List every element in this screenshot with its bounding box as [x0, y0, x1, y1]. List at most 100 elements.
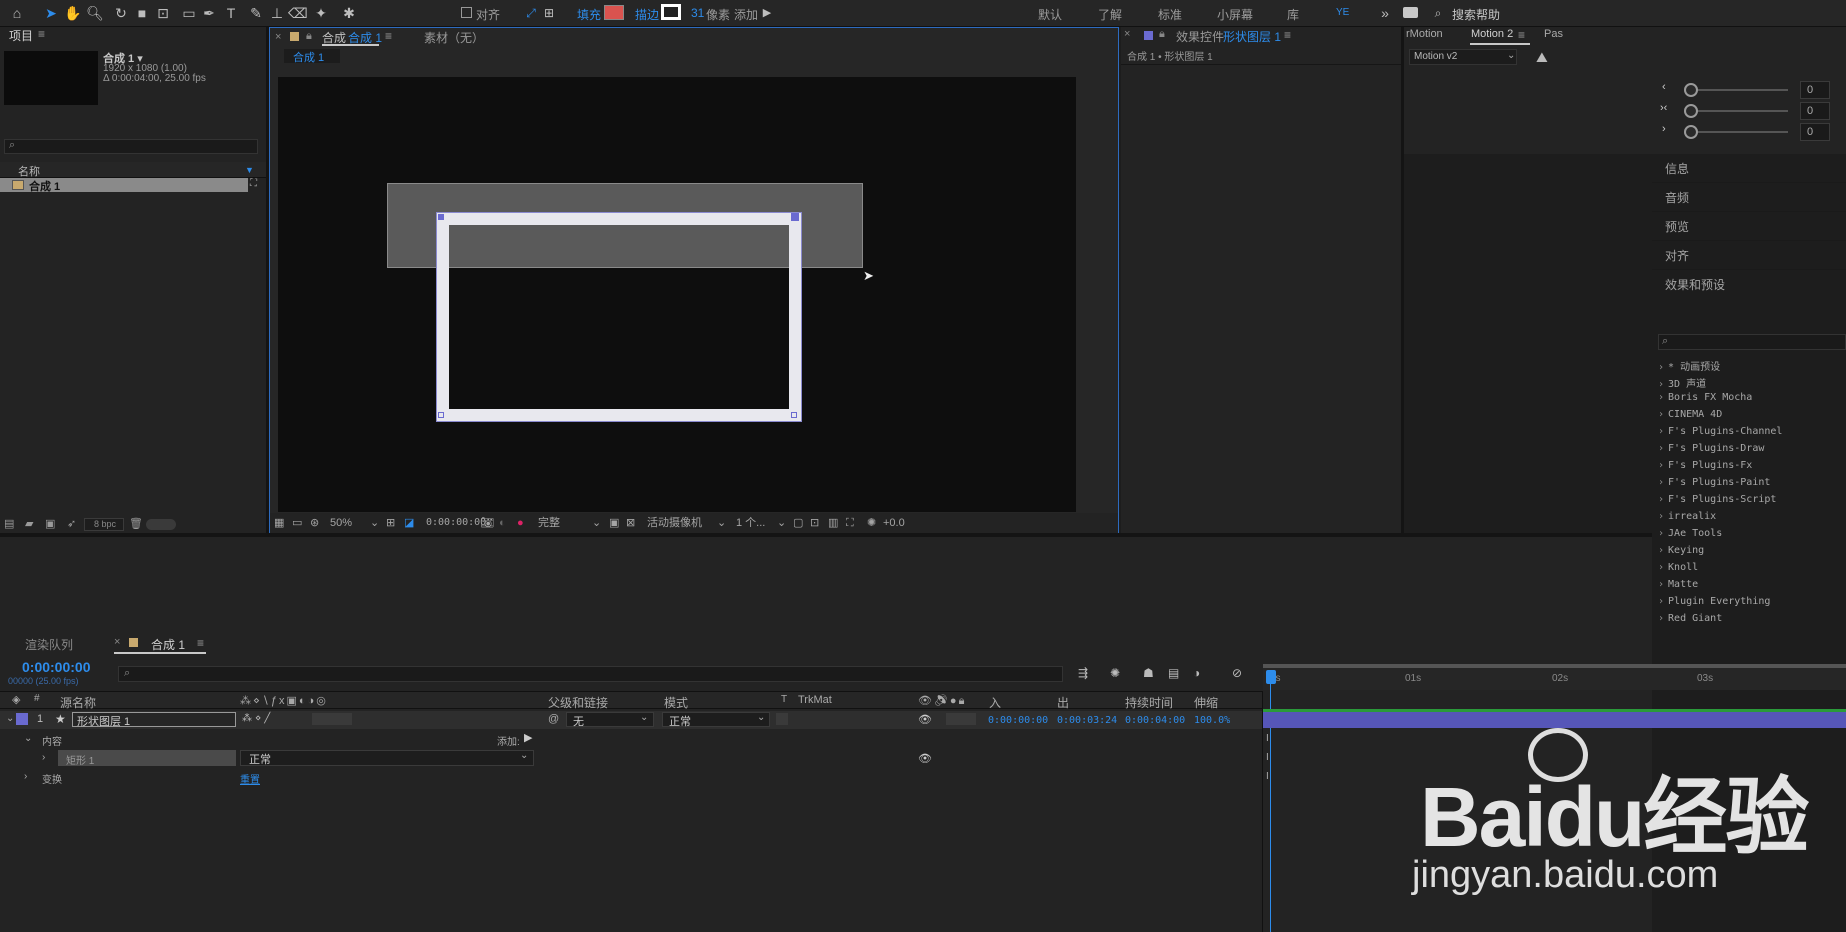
mask-visibility-icon[interactable]: ◪: [404, 516, 414, 530]
layer-duration[interactable]: 0:00:04:00: [1125, 715, 1185, 726]
slider-knob[interactable]: [1684, 83, 1698, 97]
av-switch-boxes[interactable]: [946, 713, 976, 725]
viewer-timecode[interactable]: 0:00:00:00: [426, 516, 486, 530]
rectangle-shape[interactable]: [436, 212, 802, 422]
effects-category[interactable]: › * 动画预设: [1658, 358, 1720, 373]
rectangle-tool-icon[interactable]: ▭: [180, 4, 198, 22]
add-label[interactable]: 添加: [734, 6, 758, 23]
flowchart-icon[interactable]: ⛶: [846, 516, 854, 530]
grid-icon[interactable]: ⊞: [386, 516, 395, 530]
expand-chevron-icon[interactable]: ⌄: [24, 733, 32, 744]
work-area-bar[interactable]: [1263, 664, 1846, 668]
source-name-column[interactable]: 源名称: [60, 694, 96, 711]
effects-category[interactable]: › 3D 声道: [1658, 375, 1706, 390]
snapshot-icon[interactable]: 📷︎: [480, 516, 494, 530]
ye-label[interactable]: YE: [1336, 7, 1349, 18]
fill-swatch[interactable]: [604, 5, 624, 20]
zoom-slider[interactable]: [146, 519, 176, 530]
trkmat-column[interactable]: TrkMat: [798, 694, 832, 706]
selection-tool-icon[interactable]: ➤: [42, 4, 60, 22]
lock-icon[interactable]: 🔒︎: [306, 30, 312, 43]
effects-category[interactable]: › F's Plugins-Fx: [1658, 460, 1752, 471]
motion-version-dropdown[interactable]: Motion v2: [1409, 49, 1517, 65]
slider-value[interactable]: 0: [1800, 102, 1830, 120]
effects-category[interactable]: › F's Plugins-Paint: [1658, 477, 1770, 488]
menu-icon[interactable]: ≡: [38, 27, 45, 41]
slider-value[interactable]: 0: [1800, 123, 1830, 141]
parent-column[interactable]: 父级和链接: [548, 694, 608, 711]
effect-controls-layer[interactable]: 形状图层 1: [1223, 28, 1281, 45]
pan-behind-tool-icon[interactable]: ⊡: [154, 4, 172, 22]
shy-layers-icon[interactable]: ☗: [1143, 666, 1154, 680]
expand-chevron-icon[interactable]: ⌄: [6, 713, 14, 724]
draft-3d-icon[interactable]: ✺: [1110, 666, 1120, 680]
menu-icon[interactable]: ≡: [385, 29, 392, 43]
reset-link[interactable]: 重置: [240, 771, 260, 786]
always-preview-icon[interactable]: ▦: [274, 516, 284, 530]
label-column-icon[interactable]: ◈: [12, 693, 20, 706]
shape-handle[interactable]: [791, 412, 797, 418]
name-column-label[interactable]: 名称: [18, 163, 40, 179]
workspace-libraries[interactable]: 库: [1287, 6, 1299, 23]
snap-checkbox[interactable]: [461, 7, 472, 18]
snap-grid-icon[interactable]: ⊞: [540, 4, 558, 22]
effects-category[interactable]: › JAe Tools: [1658, 528, 1722, 539]
new-composition-icon[interactable]: ▣: [45, 517, 55, 530]
pen-tool-icon[interactable]: ✒: [200, 4, 218, 22]
pick-whip-icon[interactable]: @: [548, 713, 559, 725]
render-icon[interactable]: ➶: [67, 517, 76, 530]
timeline-icon[interactable]: ▥: [828, 516, 838, 530]
effects-category[interactable]: › CINEMA 4D: [1658, 409, 1722, 420]
views-dropdown[interactable]: 1 个...: [736, 516, 765, 530]
effects-category[interactable]: › Boris FX Mocha: [1658, 392, 1752, 403]
playhead-handle[interactable]: [1266, 670, 1276, 684]
shape-handle[interactable]: [791, 213, 799, 221]
slider-knob[interactable]: [1684, 125, 1698, 139]
timeline-search-input[interactable]: [118, 666, 1063, 682]
menu-icon[interactable]: ≡: [1284, 28, 1291, 42]
index-column[interactable]: #: [34, 693, 40, 704]
resolution-dropdown[interactable]: 完整: [538, 516, 560, 530]
brush-tool-icon[interactable]: ✎: [247, 4, 265, 22]
effects-presets-panel[interactable]: 效果和预设: [1652, 270, 1846, 299]
comp-tab[interactable]: 合成 1: [151, 636, 185, 653]
shape-handle[interactable]: [438, 412, 444, 418]
comp-mini-flowchart-icon[interactable]: ⇶: [1078, 666, 1088, 680]
home-icon[interactable]: ⌂: [8, 4, 26, 22]
close-icon[interactable]: ×: [114, 636, 120, 648]
rectangle-mode-dropdown[interactable]: 正常: [240, 750, 534, 766]
snap-options-icon[interactable]: ⤢: [522, 4, 540, 22]
trash-icon[interactable]: 🗑︎: [129, 517, 143, 530]
expand-chevron-icon[interactable]: ›: [42, 752, 45, 763]
contents-label[interactable]: 内容: [42, 733, 62, 748]
stretch-column[interactable]: 伸缩: [1194, 694, 1218, 711]
effects-category[interactable]: › Plugin Everything: [1658, 596, 1770, 607]
effects-category[interactable]: › irrealix: [1658, 511, 1716, 522]
current-time[interactable]: 0:00:00:00: [22, 659, 91, 675]
mode-column[interactable]: 模式: [664, 694, 688, 711]
layer-name-field[interactable]: 形状图层 1: [72, 712, 236, 728]
preview-panel[interactable]: 预览: [1652, 212, 1846, 241]
close-icon[interactable]: ×: [1124, 28, 1130, 40]
transform-label[interactable]: 变换: [42, 771, 62, 786]
lock-icon[interactable]: 🔒︎: [1159, 28, 1165, 41]
motion2-tab[interactable]: Motion 2: [1471, 28, 1513, 40]
switches-column-icons[interactable]: ⁂⋄∖ƒx▣◐◑◎: [240, 694, 328, 707]
chevron-down-icon[interactable]: ⌄: [592, 516, 601, 530]
slider-track[interactable]: [1688, 131, 1788, 133]
chevron-down-icon[interactable]: ⌄: [640, 712, 648, 723]
expand-chevron-icon[interactable]: ›: [24, 771, 27, 782]
add-arrow-icon[interactable]: ▶: [758, 4, 776, 22]
interpret-footage-icon[interactable]: ▤: [4, 517, 14, 530]
rectangle-group-row[interactable]: 矩形 1: [58, 750, 236, 767]
audio-panel[interactable]: 音频: [1652, 183, 1846, 212]
layer-switches[interactable]: ⁂⋄╱: [242, 713, 273, 724]
effects-category[interactable]: › F's Plugins-Channel: [1658, 426, 1782, 437]
project-item-name[interactable]: 合成 1: [29, 178, 60, 194]
hand-tool-icon[interactable]: ✋: [64, 4, 82, 22]
project-title[interactable]: 项目: [9, 27, 33, 44]
mode-dropdown[interactable]: 正常: [662, 712, 770, 728]
effects-search-input[interactable]: [1658, 334, 1846, 350]
camera-tool-icon[interactable]: ■: [133, 4, 151, 22]
motion-blur-icon[interactable]: ◑: [1193, 666, 1200, 680]
